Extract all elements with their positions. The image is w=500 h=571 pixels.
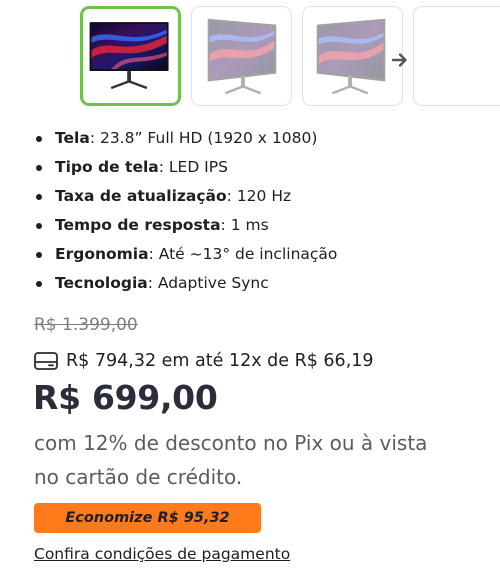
monitor-image bbox=[316, 18, 386, 95]
bullet bbox=[36, 165, 42, 171]
credit-card-icon bbox=[34, 352, 58, 370]
spec-item-tela: Tela: 23.8” Full HD (1920 x 1080) bbox=[34, 124, 337, 153]
spec-label: Tela bbox=[55, 129, 90, 147]
spec-label: Tempo de resposta bbox=[55, 216, 221, 234]
current-price: R$ 699,00 bbox=[33, 378, 218, 417]
spec-value: : LED IPS bbox=[158, 158, 228, 176]
installments-text: R$ 794,32 em até 12x de R$ 66,19 bbox=[66, 351, 374, 371]
spec-value: : Até ~13° de inclinação bbox=[148, 245, 338, 263]
spec-list: Tela: 23.8” Full HD (1920 x 1080) Tipo d… bbox=[34, 124, 337, 298]
spec-value: : 1 ms bbox=[220, 216, 269, 234]
spec-label: Taxa de atualização bbox=[55, 187, 227, 205]
spec-item-tempo-de-resposta: Tempo de resposta: 1 ms bbox=[34, 211, 337, 240]
spec-item-tecnologia: Tecnologia: Adaptive Sync bbox=[34, 269, 337, 298]
spec-item-taxa-de-atualizacao: Taxa de atualização: 120 Hz bbox=[34, 182, 337, 211]
arrow-right-icon[interactable] bbox=[389, 49, 411, 71]
spec-value: : 120 Hz bbox=[226, 187, 292, 205]
savings-badge: Economize R$ 95,32 bbox=[34, 503, 261, 533]
old-price: R$ 1.399,00 bbox=[34, 315, 138, 335]
bullet bbox=[36, 281, 42, 287]
monitor-thumbnail-front[interactable] bbox=[80, 6, 181, 106]
bullet bbox=[36, 223, 42, 229]
bullet bbox=[36, 194, 42, 200]
product-gallery bbox=[0, 0, 500, 110]
spec-label: Ergonomia bbox=[55, 245, 149, 263]
spec-label: Tipo de tela bbox=[55, 158, 159, 176]
monitor-thumbnail-angle-right[interactable] bbox=[302, 6, 403, 106]
payment-conditions-link[interactable]: Confira condições de pagamento bbox=[34, 545, 290, 563]
installments-line: R$ 794,32 em até 12x de R$ 66,19 bbox=[34, 347, 374, 375]
spec-item-tipo-de-tela: Tipo de tela: LED IPS bbox=[34, 153, 337, 182]
spec-label: Tecnologia bbox=[55, 274, 148, 292]
monitor-thumbnail-more[interactable] bbox=[413, 6, 500, 106]
bullet bbox=[36, 252, 42, 258]
spec-value: : Adaptive Sync bbox=[147, 274, 269, 292]
spec-item-ergonomia: Ergonomia: Até ~13° de inclinação bbox=[34, 240, 337, 269]
discount-description: com 12% de desconto no Pix ou à vista no… bbox=[34, 431, 428, 489]
monitor-thumbnail-angle-left[interactable] bbox=[191, 6, 292, 106]
bullet bbox=[36, 136, 42, 142]
monitor-image bbox=[89, 22, 169, 90]
monitor-image bbox=[207, 18, 277, 95]
spec-value: : 23.8” Full HD (1920 x 1080) bbox=[89, 129, 318, 147]
